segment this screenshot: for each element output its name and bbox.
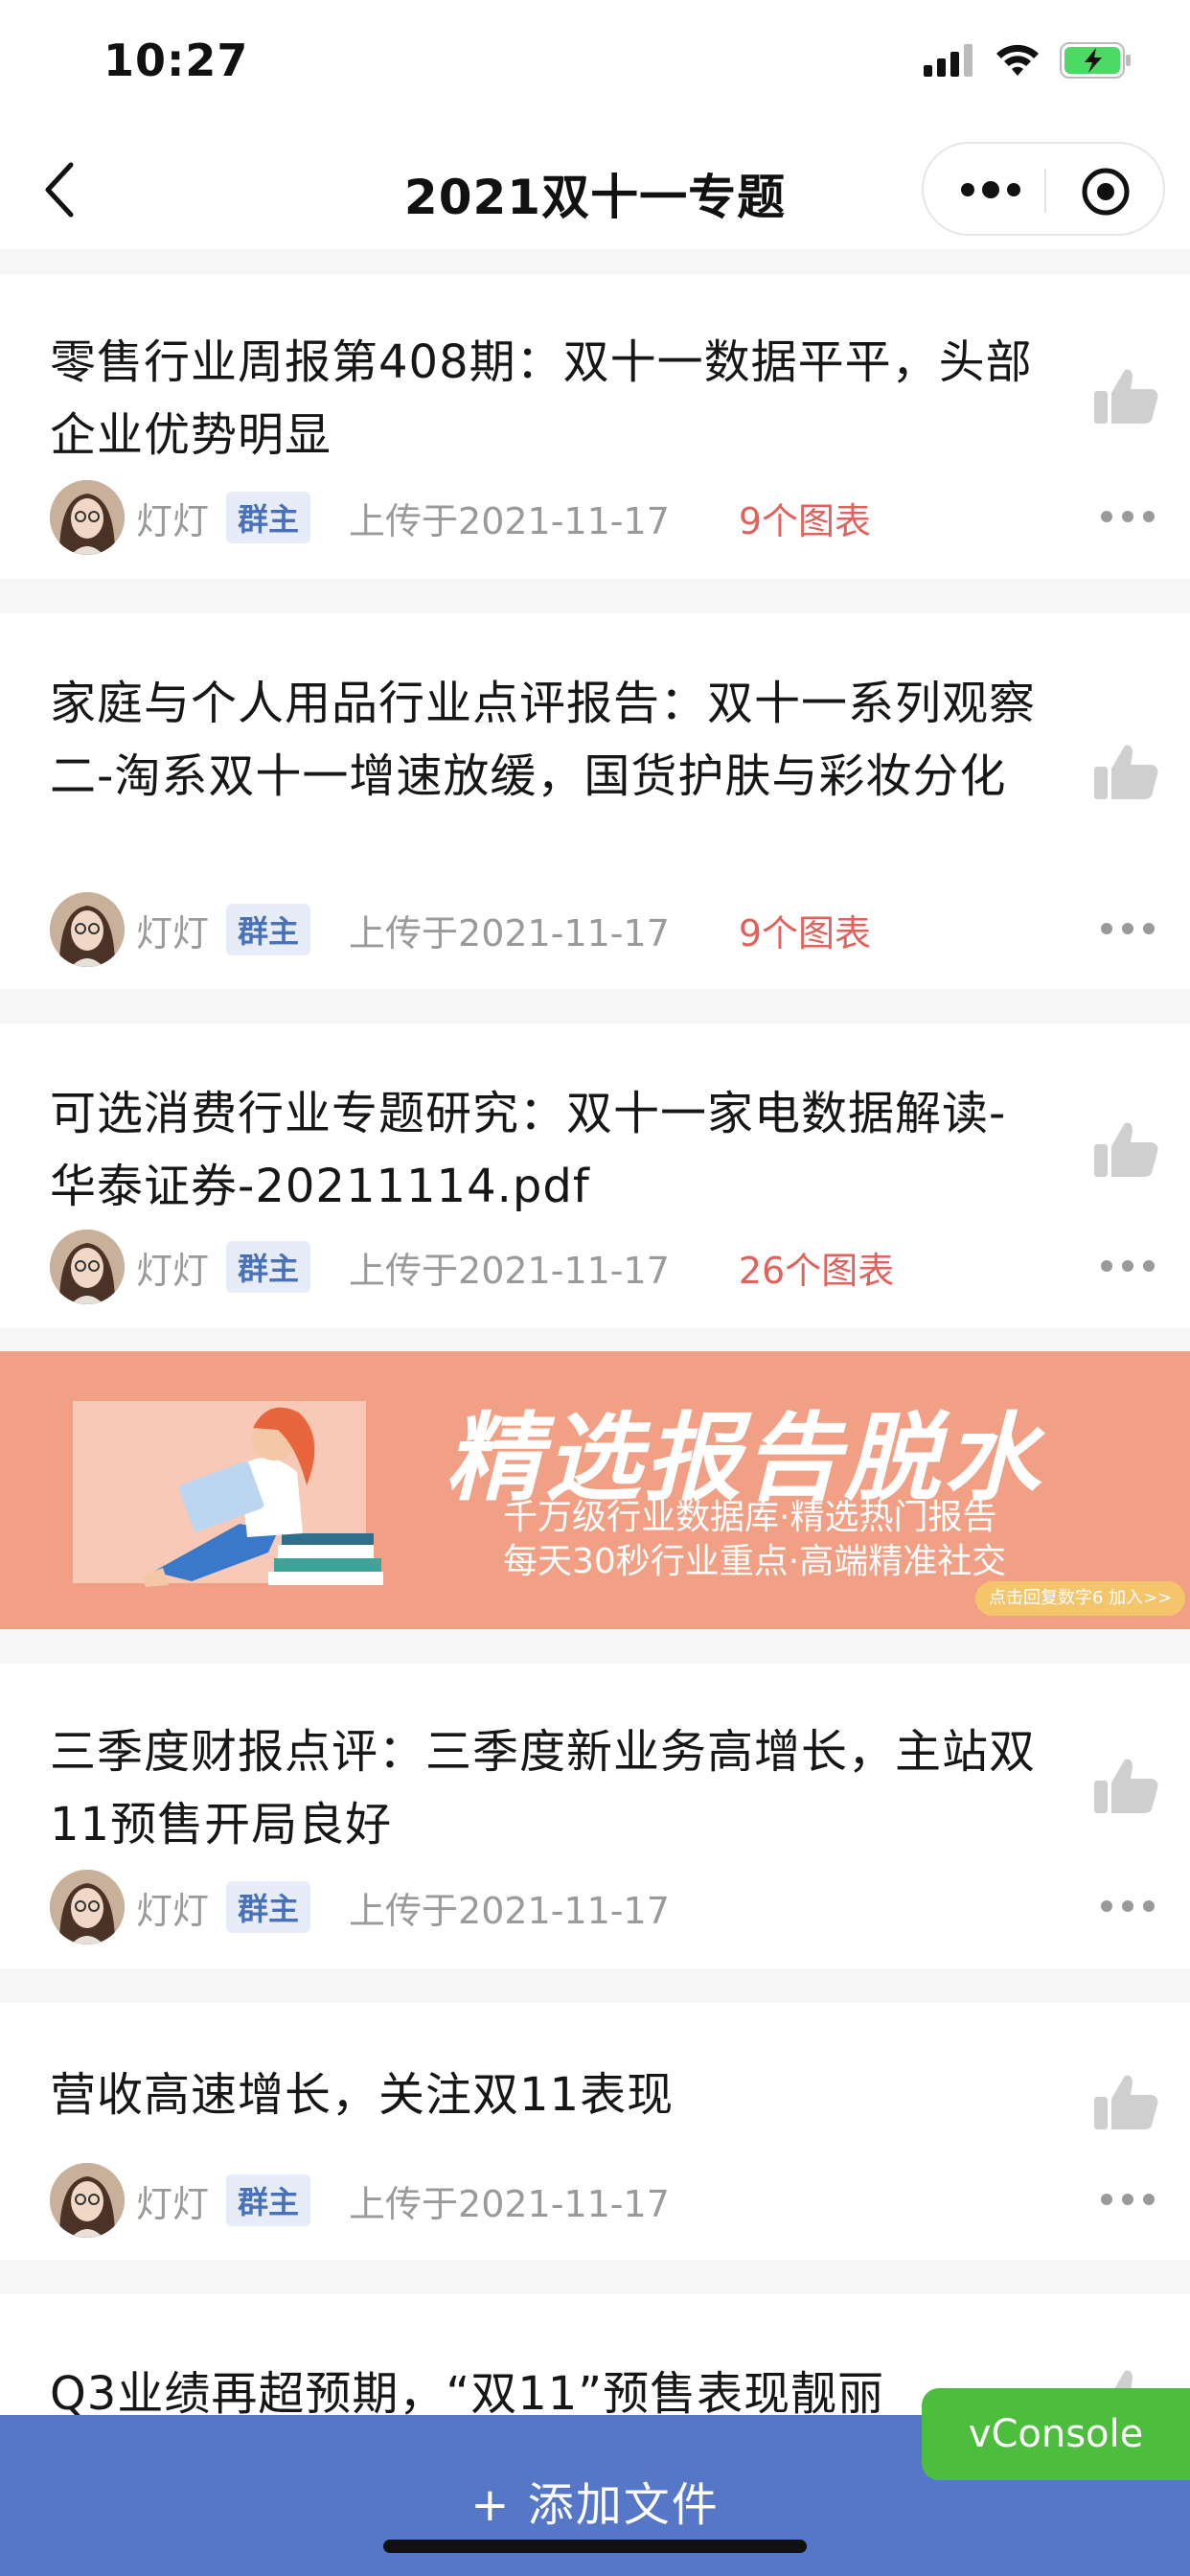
role-badge: 群主 <box>226 1881 311 1933</box>
target-icon[interactable] <box>1081 167 1131 217</box>
role-badge: 群主 <box>226 492 311 543</box>
ellipsis-icon[interactable] <box>1100 510 1156 523</box>
author-name: 灯灯 <box>136 2182 210 2225</box>
author-name: 灯灯 <box>136 499 210 542</box>
status-time: 10:27 <box>103 34 249 86</box>
article-meta: 灯灯 群主 上传于2021-11-17 9个图表 <box>50 891 871 968</box>
article-title[interactable]: 可选消费行业专题研究：双十一家电数据解读-华泰证券-20211114.pdf <box>50 1077 1046 1223</box>
chart-count: 9个图表 <box>738 499 872 542</box>
article-meta: 灯灯 群主 上传于2021-11-17 <box>50 1869 670 1945</box>
article-title[interactable]: 三季度财报点评：三季度新业务高增长，主站双11预售开局良好 <box>50 1715 1046 1861</box>
article-title[interactable]: 家庭与个人用品行业点评报告：双十一系列观察二-淘系双十一增速放缓，国货护肤与彩妆… <box>50 667 1046 813</box>
thumbs-up-icon[interactable] <box>1092 2072 1159 2131</box>
avatar <box>50 1230 125 1304</box>
mini-program-capsule <box>922 142 1165 236</box>
article-meta: 灯灯 群主 上传于2021-11-17 9个图表 <box>50 479 871 556</box>
chart-count: 9个图表 <box>738 911 872 954</box>
reading-girl-illustration <box>142 1407 383 1587</box>
author-name: 灯灯 <box>136 1889 210 1932</box>
list-item[interactable]: 零售行业周报第408期：双十一数据平平，头部企业优势明显 灯灯 群主 上传于20… <box>0 274 1190 579</box>
role-badge: 群主 <box>226 1241 311 1293</box>
ellipsis-icon[interactable] <box>1100 1259 1156 1273</box>
avatar <box>50 1870 125 1944</box>
thumbs-up-icon[interactable] <box>1092 366 1159 426</box>
wifi-icon <box>996 44 1039 76</box>
avatar <box>50 480 125 555</box>
role-badge: 群主 <box>226 2174 311 2226</box>
upload-date: 上传于2021-11-17 <box>349 1249 670 1292</box>
upload-date: 上传于2021-11-17 <box>349 499 670 542</box>
author-name: 灯灯 <box>136 1249 210 1292</box>
promo-banner[interactable]: 精选报告脱水 千万级行业数据库·精选热门报告 每天30秒行业重点·高端精准社交 … <box>0 1351 1190 1629</box>
thumbs-up-icon[interactable] <box>1092 1756 1159 1815</box>
vconsole-button[interactable]: vConsole <box>922 2388 1190 2480</box>
ellipsis-icon[interactable] <box>1100 1899 1156 1913</box>
upload-date: 上传于2021-11-17 <box>349 1889 670 1932</box>
banner-line-2: 每天30秒行业重点·高端精准社交 <box>503 1542 1007 1581</box>
banner-cta[interactable]: 点击回复数字6 加入>> <box>975 1581 1186 1616</box>
ellipsis-icon[interactable] <box>1100 2193 1156 2206</box>
thumbs-up-icon[interactable] <box>1092 1119 1159 1179</box>
avatar <box>50 2163 125 2238</box>
ellipsis-icon[interactable] <box>1100 922 1156 935</box>
article-title[interactable]: 营收高速增长，关注双11表现 <box>50 2058 1046 2131</box>
top-bar: 10:27 2021双十一专题 <box>0 0 1190 249</box>
list-item[interactable]: 三季度财报点评：三季度新业务高增长，主站双11预售开局良好 灯灯 群主 上传于2… <box>0 1664 1190 1968</box>
article-meta: 灯灯 群主 上传于2021-11-17 26个图表 <box>50 1229 894 1305</box>
banner-line-1: 千万级行业数据库·精选热门报告 <box>503 1498 997 1537</box>
chart-count: 26个图表 <box>738 1249 895 1292</box>
more-icon[interactable] <box>958 178 1023 201</box>
home-indicator <box>383 2540 807 2553</box>
upload-date: 上传于2021-11-17 <box>349 2182 670 2225</box>
upload-date: 上传于2021-11-17 <box>349 911 670 954</box>
article-title[interactable]: 零售行业周报第408期：双十一数据平平，头部企业优势明显 <box>50 326 1046 472</box>
signal-icon <box>924 44 973 77</box>
thumbs-up-icon[interactable] <box>1092 742 1159 801</box>
author-name: 灯灯 <box>136 911 210 954</box>
battery-icon <box>1060 42 1131 79</box>
capsule-divider <box>1044 169 1046 213</box>
list-item[interactable]: 营收高速增长，关注双11表现 灯灯 群主 上传于2021-11-17 <box>0 2003 1190 2260</box>
role-badge: 群主 <box>226 904 311 955</box>
article-meta: 灯灯 群主 上传于2021-11-17 <box>50 2162 670 2239</box>
status-icons <box>924 42 1133 79</box>
list-item[interactable]: 家庭与个人用品行业点评报告：双十一系列观察二-淘系双十一增速放缓，国货护肤与彩妆… <box>0 613 1190 989</box>
list-item[interactable]: 可选消费行业专题研究：双十一家电数据解读-华泰证券-20211114.pdf 灯… <box>0 1024 1190 1328</box>
avatar <box>50 892 125 967</box>
